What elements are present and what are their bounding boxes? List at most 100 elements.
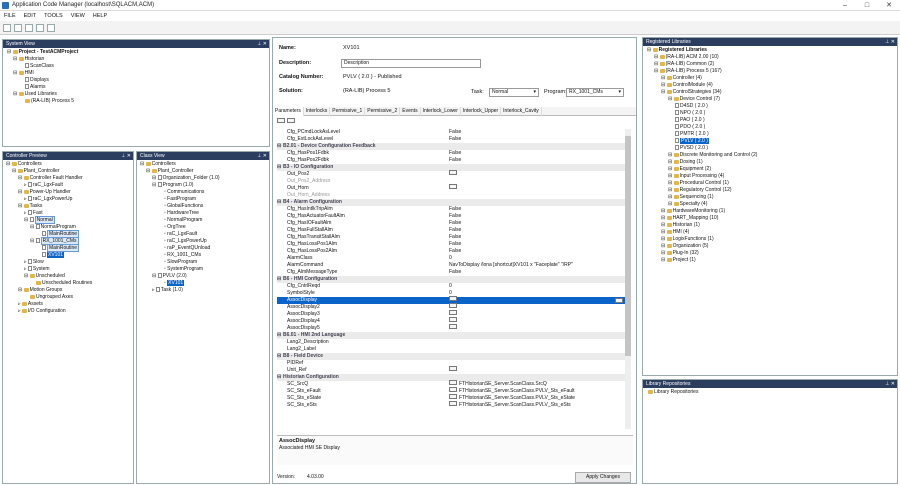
apply-changes-button[interactable]: Apply Changes bbox=[575, 472, 631, 483]
tree-item[interactable]: ▫ raP_EventQUnload bbox=[139, 245, 267, 252]
grid-row[interactable]: Cfg_ExtLockAsLevel False bbox=[277, 136, 629, 143]
pin-icon[interactable]: ⊥ ✕ bbox=[257, 40, 267, 48]
grid-row[interactable]: Cfg_HasIntlkTripAlm False bbox=[277, 206, 629, 213]
library-item[interactable]: ⊟ Equipment (2) bbox=[645, 166, 895, 173]
grid-row[interactable]: Cfg_HasPos2Fdbk False bbox=[277, 157, 629, 164]
grid-row[interactable]: Cfg_CntrlReqd 0 bbox=[277, 283, 629, 290]
grid-category-row[interactable]: ⊟ B4 - Alarm Configuration bbox=[277, 199, 629, 206]
collapse-icon[interactable]: ⊟ bbox=[277, 374, 281, 381]
description-input[interactable]: Description bbox=[341, 59, 481, 68]
tree-item[interactable]: Unscheduled Routines bbox=[5, 280, 131, 287]
library-item[interactable]: PDO ( 2.0 ) bbox=[645, 124, 895, 131]
browse-icon[interactable] bbox=[449, 366, 457, 372]
expand-icon[interactable]: ⊟ bbox=[668, 159, 674, 165]
browse-icon[interactable] bbox=[449, 387, 457, 393]
browse-icon[interactable] bbox=[449, 324, 457, 330]
tree-item[interactable]: ▫ XV101 bbox=[139, 280, 267, 287]
grid-row[interactable]: Cfg_HasActuatorFaultAlm False bbox=[277, 213, 629, 220]
tab-parameters[interactable]: Parameters bbox=[273, 107, 304, 116]
tree-item[interactable]: ▹ I/O Configuration bbox=[5, 308, 131, 315]
settings-icon[interactable] bbox=[47, 24, 55, 32]
tab-interlock-upper[interactable]: Interlock_Upper bbox=[461, 107, 502, 116]
grid-category-row[interactable]: ⊟ B8 - Field Device bbox=[277, 353, 629, 360]
tree-item[interactable]: ▫ OrgTree bbox=[139, 224, 267, 231]
tree-item[interactable]: ⊟ Plant_Controller bbox=[5, 168, 131, 175]
library-item[interactable]: ⊟ Dosing (1) bbox=[645, 159, 895, 166]
grid-row[interactable]: Cfg_HasIOFaultAlm False bbox=[277, 220, 629, 227]
expand-icon[interactable]: ⊟ bbox=[661, 215, 667, 221]
library-item[interactable]: ⊟ ControlStrategies (34) bbox=[645, 89, 895, 96]
grid-row[interactable]: Out_Horn bbox=[277, 184, 629, 192]
menu-view[interactable]: VIEW bbox=[67, 11, 89, 21]
grid-category-row[interactable]: ⊟ B6 - HMI Configuration bbox=[277, 276, 629, 283]
param-value[interactable]: False bbox=[449, 206, 461, 213]
library-item[interactable]: ⊟ Device Control (7) bbox=[645, 96, 895, 103]
param-value[interactable]: False bbox=[449, 213, 461, 220]
expand-icon[interactable]: ⊟ bbox=[654, 68, 660, 74]
pin-icon[interactable]: ⊥ ✕ bbox=[885, 380, 895, 388]
tree-item[interactable]: (RA-LIB) Process 5 bbox=[5, 98, 267, 105]
grid-row[interactable]: AssocDisplay5 bbox=[277, 324, 629, 332]
browse-icon[interactable] bbox=[449, 394, 457, 400]
param-value[interactable]: 0 bbox=[449, 283, 452, 290]
library-item[interactable]: ⊟ Sequencing (1) bbox=[645, 194, 895, 201]
program-select[interactable]: RX_1001_CMs ▾ bbox=[566, 88, 624, 97]
tree-item[interactable]: ⊟ Power-Up Handler bbox=[5, 189, 131, 196]
grid-row[interactable]: Cfg_HasTransitStallAlm False bbox=[277, 234, 629, 241]
collapse-icon[interactable]: ⊟ bbox=[277, 164, 281, 171]
scroll-thumb[interactable] bbox=[625, 136, 631, 356]
menu-tools[interactable]: TOOLS bbox=[40, 11, 67, 21]
tree-item[interactable]: ⊟ Historian bbox=[5, 56, 267, 63]
param-value[interactable]: FTHistorianSE_Server.ScanClass.SrcQ bbox=[449, 380, 547, 388]
tree-item[interactable]: ▹ Slow bbox=[5, 259, 131, 266]
tree-item[interactable]: ⊟ Motion Groups bbox=[5, 287, 131, 294]
library-item[interactable]: NPO ( 2.0 ) bbox=[645, 110, 895, 117]
library-item[interactable]: ⊟ HardwareMonitoring (1) bbox=[645, 208, 895, 215]
param-value[interactable]: False bbox=[449, 269, 461, 276]
tree-item[interactable]: MainRoutine bbox=[5, 244, 131, 252]
tree-item[interactable]: ⊟ Organization_Folder (1.0) bbox=[139, 175, 267, 182]
library-item[interactable]: ⊟ (RA-LIB) ACM 2.00 (10) bbox=[645, 54, 895, 61]
param-value[interactable]: NavToDisplay /lona [shortcut]XV101 x "Fa… bbox=[449, 262, 573, 269]
library-item[interactable]: PVLV ( 2.0 ) bbox=[645, 138, 895, 145]
browse-icon[interactable] bbox=[449, 380, 457, 386]
grid-row[interactable]: AlarmClass 0 bbox=[277, 255, 629, 262]
pin-icon[interactable]: ⊥ ✕ bbox=[257, 152, 267, 160]
expand-icon[interactable]: ⊟ bbox=[668, 180, 674, 186]
tree-item[interactable]: ⊟ Normal bbox=[5, 216, 131, 224]
tree-item[interactable]: ScanClass bbox=[5, 63, 267, 70]
save-icon[interactable] bbox=[25, 24, 33, 32]
grid-row[interactable]: AlarmCommand NavToDisplay /lona [shortcut… bbox=[277, 262, 629, 269]
grid-row[interactable]: SC_Sts_eSts FTHistorianSE_Server.ScanClas… bbox=[277, 401, 629, 409]
tree-item[interactable]: ▫ GlobalFunctions bbox=[139, 203, 267, 210]
param-value[interactable]: False bbox=[449, 150, 461, 157]
library-item[interactable]: ⊟ Input Processing (4) bbox=[645, 173, 895, 180]
tab-interlock-lower[interactable]: Interlock_Lower bbox=[421, 107, 461, 116]
library-item[interactable]: PVSD ( 2.0 ) bbox=[645, 145, 895, 152]
tree-item[interactable]: ⊟ HMI bbox=[5, 70, 267, 77]
param-value[interactable]: False bbox=[449, 129, 461, 136]
grid-row[interactable]: Out_Horn_Address bbox=[277, 192, 629, 199]
browse-icon[interactable] bbox=[449, 310, 457, 316]
library-item[interactable]: PAO ( 2.0 ) bbox=[645, 117, 895, 124]
browse-icon[interactable] bbox=[449, 401, 457, 407]
tree-item[interactable]: Alarms bbox=[5, 84, 267, 91]
library-item[interactable]: ⊟ Registered Libraries bbox=[645, 47, 895, 54]
expand-icon[interactable]: ⊟ bbox=[647, 47, 653, 53]
tree-item[interactable]: ⊟ PVLV (2.0) bbox=[139, 273, 267, 280]
tree-item[interactable]: ▫ HardwareTree bbox=[139, 210, 267, 217]
grid-category-row[interactable]: ⊟ B2.01 - Device Configuration Feedback bbox=[277, 143, 629, 150]
library-item[interactable]: ⊟ Discrete Monitoring and Control (2) bbox=[645, 152, 895, 159]
library-item[interactable]: PMTR ( 2.0 ) bbox=[645, 131, 895, 138]
tree-item[interactable]: ▫ raC_LgxPowerUp bbox=[139, 238, 267, 245]
new-project-icon[interactable] bbox=[3, 24, 11, 32]
maximize-button[interactable]: □ bbox=[856, 0, 878, 11]
library-item[interactable]: ⊟ Project (1) bbox=[645, 257, 895, 264]
grid-row[interactable]: Cfg_AlmMessageType False bbox=[277, 269, 629, 276]
tree-item[interactable]: ▫ NormalProgram bbox=[139, 217, 267, 224]
generate-icon[interactable] bbox=[36, 24, 44, 32]
expand-icon[interactable]: ⊟ bbox=[661, 243, 667, 249]
library-item[interactable]: ⊟ HMI (4) bbox=[645, 229, 895, 236]
expand-icon[interactable]: ⊟ bbox=[661, 250, 667, 256]
pin-icon[interactable]: ⊥ ✕ bbox=[121, 152, 131, 160]
